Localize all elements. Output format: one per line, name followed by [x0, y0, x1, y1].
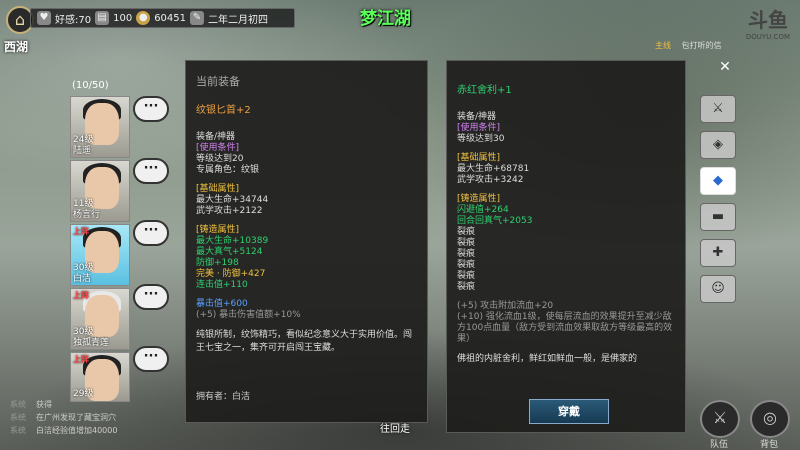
party-member-selected[interactable]: 上阵 30级 白洁	[70, 224, 130, 286]
watermark-url: DOUYU.COM	[745, 33, 790, 41]
money-value: 60451	[154, 12, 186, 24]
equip-button[interactable]: 穿戴	[529, 399, 609, 424]
location-name: 西湖	[4, 40, 29, 54]
armor-tab-icon[interactable]: ◈	[700, 131, 736, 159]
bonus-stat: (+10) 强化流血1级，使每层流血的效果提升至减少敌方100点血量（敌方受到流…	[457, 312, 673, 344]
forge-stat: 完美 · 防御+427	[196, 269, 266, 279]
requirement-title: [使用条件]	[196, 143, 240, 153]
requirement-level: 等级达到20	[196, 154, 244, 164]
forge-stat: 最大真气+5124	[196, 247, 263, 257]
favor-value: 好感:70	[55, 14, 92, 26]
bonus-stat: (+5) 暴击伤害值额+10%	[196, 310, 301, 320]
party-member[interactable]: 11级 杨言行	[70, 160, 130, 222]
base-stats-title: [基础属性]	[457, 153, 501, 163]
team-label: 队伍	[710, 440, 729, 450]
bag-count: 100	[113, 12, 133, 24]
party-member[interactable]: 24级 陆遥	[70, 96, 130, 158]
watermark-brand: 斗鱼	[747, 8, 788, 32]
bag-icon: ▤	[95, 11, 110, 25]
party-member[interactable]: 上阵 30级 独孤青莲	[70, 288, 130, 350]
item-description: 纯银所制，纹饰精巧，看似纪念意义大于实用价值。闯王七宝之一，集齐可开启闯王宝藏。	[196, 330, 413, 353]
quest-type: 主线	[655, 41, 671, 50]
chat-bubble-icon[interactable]: ···	[133, 284, 169, 310]
log-entry: 系统 白洁经验值增加40000	[10, 426, 118, 435]
forge-stat: 闪避值+264	[457, 205, 509, 215]
bonus-stat: 暴击值+600	[196, 299, 248, 309]
active-tag: 上阵	[73, 227, 89, 236]
empty-slot: 裂痕	[457, 238, 476, 248]
forge-stat: 回合回真气+2053	[457, 216, 533, 226]
status-bar: ♥ 好感:70 ▤ 100 ● 60451 ✎ 二年二月初四	[30, 8, 295, 28]
tool-tab-icon[interactable]: ✚	[700, 239, 736, 267]
bag-button-icon[interactable]: ◎	[750, 400, 790, 438]
active-tag: 上阵	[73, 291, 89, 300]
close-icon[interactable]: ✕	[716, 58, 734, 76]
member-name: 白洁	[73, 274, 92, 284]
current-equipment-panel: 当前装备 纹银匕首+2 装备/神器 [使用条件] 等级达到20 专属角色：纹银 …	[185, 60, 428, 423]
party-member[interactable]: 上阵 29级	[70, 352, 130, 402]
base-stat: 最大生命+34744	[196, 195, 269, 205]
book-tab-icon[interactable]: ▬	[700, 203, 736, 231]
base-stat: 最大生命+68781	[457, 164, 530, 174]
item-type: 装备/神器	[196, 132, 236, 142]
requirement-level: 等级达到30	[457, 134, 505, 144]
empty-slot: 裂痕	[457, 282, 476, 292]
team-icon[interactable]: ⚔	[700, 400, 740, 438]
chat-bubble-icon[interactable]: ···	[133, 220, 169, 246]
chat-bubble-icon[interactable]: ···	[133, 346, 169, 372]
member-name: 杨言行	[73, 210, 101, 220]
coin-icon: ●	[136, 11, 151, 25]
watermark-logo: 斗鱼 DOUYU.COM	[746, 4, 790, 41]
bonus-stat: (+5) 攻击附加流血+20	[457, 301, 554, 311]
member-name: 独孤青莲	[73, 338, 110, 348]
area-title: 梦江湖	[360, 9, 411, 29]
weapon-tab-icon[interactable]: ⚔	[700, 95, 736, 123]
chat-bubble-icon[interactable]: ···	[133, 96, 169, 122]
empty-slot: 裂痕	[457, 227, 476, 237]
panel-header: 当前装备	[196, 75, 240, 88]
forge-stat: 最大生命+10389	[196, 236, 269, 246]
bag-label: 背包	[760, 440, 779, 450]
forge-stat: 防御+198	[196, 258, 239, 268]
member-name: 陆遥	[73, 146, 92, 156]
date-value: 二年二月初四	[208, 14, 268, 26]
active-tag: 上阵	[73, 355, 89, 364]
item-description: 佛祖的内脏舍利，鲜红如鲜血一般，是佛家的	[457, 354, 638, 364]
party-list: 24级 陆遥 11级 杨言行 上阵 30级 白洁 上阵 30级 独孤青莲 上阵 …	[70, 96, 130, 404]
mask-tab-icon[interactable]: ☺	[700, 275, 736, 303]
forge-stats-title: [铸造属性]	[196, 225, 240, 235]
compare-item-panel: 赤红舍利+1 装备/神器 [使用条件] 等级达到30 [基础属性] 最大生命+6…	[446, 60, 686, 433]
item-name: 纹银匕首+2	[196, 105, 251, 116]
empty-slot: 裂痕	[457, 260, 476, 270]
base-stat: 武学攻击+3242	[457, 175, 524, 185]
quest-tracker[interactable]: 主线 包打听的信	[655, 40, 722, 51]
empty-slot: 裂痕	[457, 271, 476, 281]
base-stats-title: [基础属性]	[196, 184, 240, 194]
party-count: (10/50)	[72, 80, 109, 91]
requirement-title: [使用条件]	[457, 123, 501, 133]
heart-icon: ♥	[37, 11, 51, 25]
quest-text: 包打听的信	[681, 41, 722, 50]
empty-slot: 裂痕	[457, 249, 476, 259]
calendar-icon: ✎	[190, 11, 204, 25]
artifact-tab-icon[interactable]: ◆	[700, 167, 736, 195]
item-type: 装备/神器	[457, 112, 497, 122]
forge-stats-title: [铸造属性]	[457, 194, 501, 204]
chat-bubble-icon[interactable]: ···	[133, 158, 169, 184]
requirement-character: 专属角色：纹银	[196, 165, 260, 175]
return-button[interactable]: 往回走	[380, 420, 410, 435]
item-owner: 拥有者：白洁	[196, 392, 251, 402]
item-name: 赤红舍利+1	[457, 85, 512, 96]
equipment-category-tabs: ⚔ ◈ ◆ ▬ ✚ ☺	[700, 95, 738, 311]
base-stat: 武学攻击+2122	[196, 206, 263, 216]
forge-stat: 连击值+110	[196, 280, 248, 290]
